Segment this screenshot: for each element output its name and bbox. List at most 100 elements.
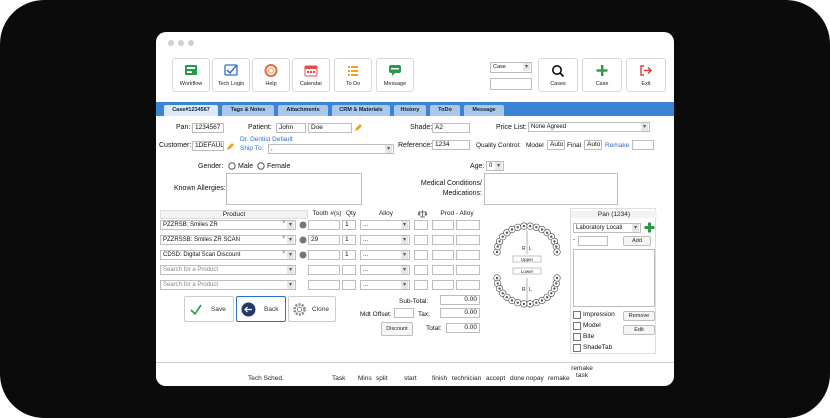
discount-button[interactable]: Discount [381, 322, 413, 336]
product-select[interactable]: Search for a Product [160, 265, 296, 275]
tab-todo[interactable]: ToDo [430, 105, 460, 116]
tooth-input[interactable] [308, 220, 340, 230]
alloy-flag-input[interactable] [414, 280, 428, 290]
mdt-offset-input[interactable] [394, 308, 414, 318]
add-button[interactable]: Add [623, 236, 651, 246]
shade-input[interactable]: A2 [432, 123, 470, 133]
prod-input[interactable] [432, 250, 454, 260]
product-select[interactable]: CDSD: Digital Scan Discount [160, 250, 296, 260]
help-button[interactable]: Help [252, 58, 290, 92]
impression-checkbox[interactable] [573, 311, 581, 319]
alloy-price-input[interactable] [456, 220, 480, 230]
medical-textarea[interactable] [484, 173, 618, 205]
remove-button[interactable]: Remove [623, 311, 655, 321]
info-icon[interactable] [299, 251, 307, 259]
age-select[interactable]: 0 [486, 161, 504, 171]
clear-icon[interactable]: × [282, 250, 286, 256]
qc-model-input[interactable]: Auto [547, 140, 565, 150]
tooth-chart[interactable]: Upper Lower R L R L [491, 210, 563, 360]
case-select[interactable]: Case [490, 62, 532, 73]
tech-login-button[interactable]: Tech Login [212, 58, 250, 92]
info-icon[interactable] [299, 236, 307, 244]
clear-icon[interactable]: × [282, 220, 286, 226]
qc-final-input[interactable]: Auto [584, 140, 602, 150]
case-search-input[interactable] [490, 78, 532, 90]
window-dot[interactable] [188, 40, 194, 46]
qty-input[interactable] [342, 280, 356, 290]
tab-crm-materials[interactable]: CRM & Materials [332, 105, 390, 116]
alloy-flag-input[interactable] [414, 235, 428, 245]
allergies-textarea[interactable] [226, 173, 362, 205]
edit-pencil-icon[interactable] [226, 142, 235, 151]
exit-button[interactable]: Exit [626, 58, 666, 92]
tab-case[interactable]: Case#1234567 [164, 105, 218, 116]
clone-button[interactable]: Clone [288, 296, 336, 322]
window-dot[interactable] [178, 40, 184, 46]
clear-icon[interactable]: × [282, 235, 286, 241]
todo-button[interactable]: To Do [334, 58, 372, 92]
edit-pencil-icon[interactable] [354, 123, 363, 132]
workflow-button[interactable]: Workflow [172, 58, 210, 92]
location-select[interactable]: Laboratory Locati [573, 223, 641, 233]
edit-button[interactable]: Edit [623, 325, 655, 335]
product-select[interactable]: Search for a Product [160, 280, 296, 290]
product-select[interactable]: PZZRSSB: Smiles ZR SCAN [160, 235, 296, 245]
ship-to-select[interactable]: , [268, 144, 394, 154]
pan-input[interactable]: 1234567 [192, 123, 224, 133]
product-select[interactable]: PZZRSB: Smiles ZR [160, 220, 296, 230]
patient-first-input[interactable]: John [276, 123, 306, 133]
alloy-price-input[interactable] [456, 280, 480, 290]
alloy-select[interactable]: ... [360, 220, 410, 230]
radio-male[interactable] [228, 162, 236, 170]
new-case-button[interactable]: Case [582, 58, 622, 92]
tab-attachments[interactable]: Attachments [278, 105, 328, 116]
alloy-price-input[interactable] [456, 265, 480, 275]
alloy-flag-input[interactable] [414, 265, 428, 275]
pan-panel-title: Pan (1234) [571, 211, 657, 218]
pan-items-list[interactable] [573, 249, 655, 307]
tab-history[interactable]: History [394, 105, 426, 116]
alloy-price-input[interactable] [456, 235, 480, 245]
qty-input[interactable]: 1 [342, 235, 356, 245]
alloy-flag-input[interactable] [414, 220, 428, 230]
qty-input[interactable]: 1 [342, 220, 356, 230]
back-button[interactable]: Back [236, 296, 286, 322]
prod-input[interactable] [432, 235, 454, 245]
window-dot[interactable] [168, 40, 174, 46]
reference-input[interactable]: 1234 [432, 140, 470, 150]
alloy-select[interactable]: ... [360, 280, 410, 290]
shadetab-checkbox[interactable] [573, 344, 581, 352]
alloy-price-input[interactable] [456, 250, 480, 260]
tooth-input[interactable] [308, 280, 340, 290]
tooth-input[interactable] [308, 250, 340, 260]
prod-input[interactable] [432, 265, 454, 275]
message-button[interactable]: Message [376, 58, 414, 92]
alloy-select[interactable]: ... [360, 265, 410, 275]
tooth-input[interactable]: 29 [308, 235, 340, 245]
cases-button[interactable]: Cases [538, 58, 578, 92]
alloy-flag-input[interactable] [414, 250, 428, 260]
tab-message[interactable]: Message [464, 105, 504, 116]
prod-input[interactable] [432, 220, 454, 230]
remake-link[interactable]: Remake [605, 142, 629, 149]
pan-location-input[interactable] [578, 236, 608, 246]
prod-input[interactable] [432, 280, 454, 290]
model-checkbox[interactable] [573, 322, 581, 330]
remake-input[interactable] [632, 140, 654, 150]
calendar-button[interactable]: Calendar [292, 58, 330, 92]
qty-input[interactable] [342, 265, 356, 275]
patient-last-input[interactable]: Doe [308, 123, 352, 133]
alloy-select[interactable]: ... [360, 235, 410, 245]
price-list-select[interactable]: None Agreed [528, 122, 650, 132]
qty-input[interactable]: 1 [342, 250, 356, 260]
tab-tags-notes[interactable]: Tags & Notes [222, 105, 274, 116]
alloy-select[interactable]: ... [360, 250, 410, 260]
dentist-link[interactable]: Dr. Dentist Default [240, 136, 293, 143]
customer-input[interactable]: 1DEFAULT [192, 141, 224, 151]
radio-female[interactable] [257, 162, 265, 170]
add-location-icon[interactable] [644, 222, 655, 233]
bite-checkbox[interactable] [573, 333, 581, 341]
tooth-input[interactable] [308, 265, 340, 275]
save-button[interactable]: Save [184, 296, 234, 322]
info-icon[interactable] [299, 221, 307, 229]
